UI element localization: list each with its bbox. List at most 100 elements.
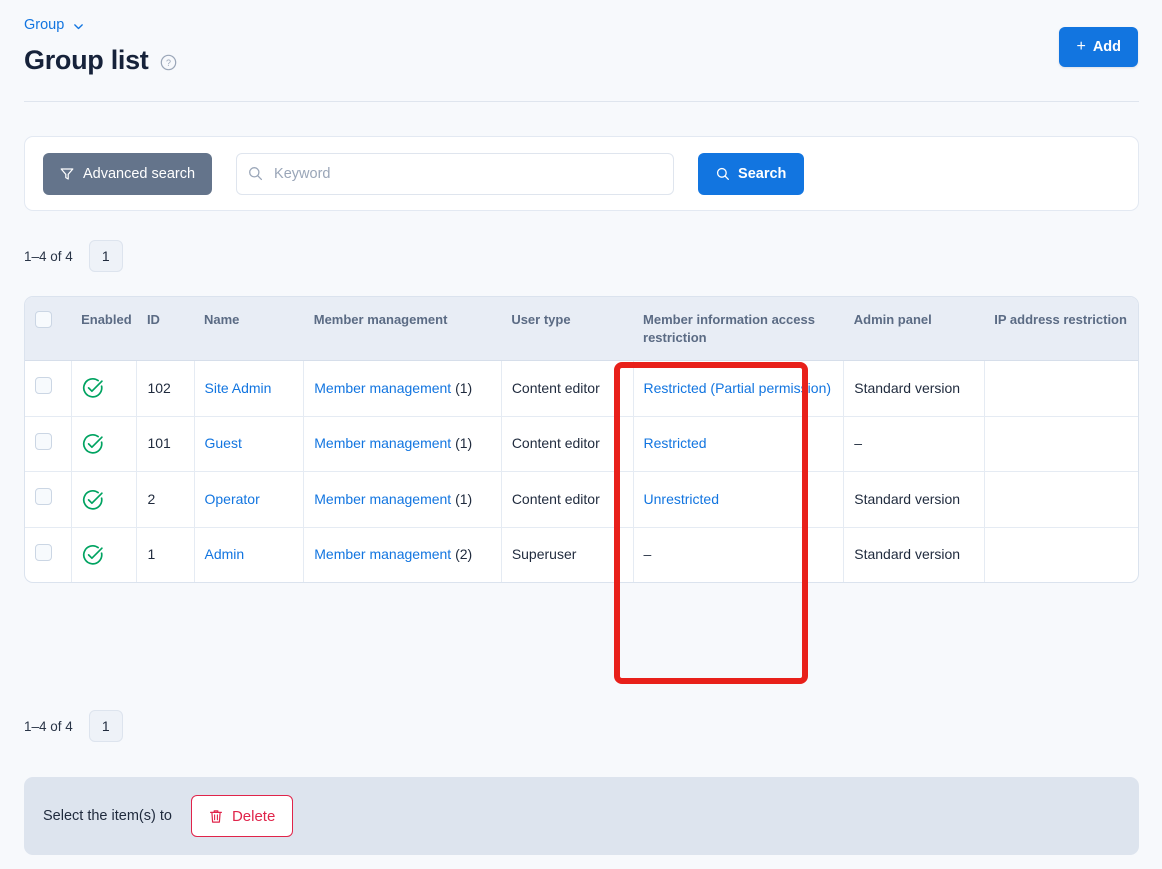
column-member-management: Member management	[303, 297, 502, 362]
search-button[interactable]: Search	[698, 152, 805, 195]
page-title-row: Group list ?	[24, 47, 177, 74]
member-management-count: (1)	[455, 379, 473, 396]
column-id: ID	[136, 297, 194, 362]
user-type-cell: Content editor	[501, 416, 634, 473]
user-type-cell: Content editor	[501, 471, 634, 528]
member-info-access-value[interactable]: Unrestricted	[644, 491, 719, 507]
row-select-cell	[25, 416, 72, 473]
row-checkbox[interactable]	[35, 488, 52, 506]
page-button-1[interactable]: 1	[88, 240, 123, 272]
row-checkbox[interactable]	[35, 543, 52, 561]
id-cell: 101	[136, 416, 195, 473]
trash-icon	[209, 809, 223, 824]
chevron-down-icon[interactable]	[73, 21, 84, 32]
ip-restriction-cell	[984, 527, 1138, 582]
pagination-top: 1–4 of 4 1	[24, 240, 123, 272]
user-type-cell: Superuser	[501, 527, 634, 583]
help-circle-icon[interactable]: ?	[160, 54, 177, 71]
table-row: 101 Guest Member management (1) Content edi…	[25, 416, 1138, 473]
ip-restriction-cell	[984, 360, 1138, 417]
check-circle-icon	[82, 433, 127, 455]
table-header-row: Enabled ID Name Member management User t…	[25, 297, 1138, 362]
name-cell: Admin	[194, 527, 305, 583]
member-management-count: (2)	[455, 546, 473, 563]
member-management-link[interactable]: Member management	[314, 491, 451, 507]
member-info-access-value: –	[643, 546, 652, 563]
header-divider	[24, 101, 1139, 102]
column-select-all	[25, 297, 72, 362]
add-button[interactable]: + Add	[1059, 27, 1138, 67]
member-management-link[interactable]: Member management	[314, 435, 451, 451]
row-select-cell	[25, 360, 72, 417]
bulk-action-bar: Select the item(s) to Delete	[24, 777, 1139, 855]
advanced-search-button[interactable]: Advanced search	[43, 152, 213, 195]
name-cell: Operator	[194, 471, 305, 528]
member-management-count: (1)	[455, 490, 473, 507]
member-info-access-value[interactable]: Restricted (Partial permission)	[644, 380, 832, 396]
group-name-link[interactable]: Site Admin	[205, 380, 272, 396]
plus-icon: +	[1076, 38, 1086, 55]
name-cell: Site Admin	[194, 360, 305, 417]
member-management-count: (1)	[455, 435, 473, 452]
member-management-cell: Member management (1)	[303, 360, 502, 417]
search-button-label: Search	[738, 165, 787, 182]
member-management-cell: Member management (1)	[303, 471, 502, 528]
table-row: 102 Site Admin Member management (1) Conten…	[25, 360, 1138, 417]
select-all-checkbox[interactable]	[35, 311, 52, 328]
ip-restriction-cell	[984, 416, 1138, 473]
advanced-search-label: Advanced search	[83, 165, 196, 182]
admin-panel-cell: Standard version	[843, 360, 985, 417]
group-name-link[interactable]: Guest	[205, 435, 242, 451]
keyword-field-wrapper	[236, 152, 675, 195]
pagination-range: 1–4 of 4	[24, 248, 73, 264]
admin-panel-cell: Standard version	[843, 527, 985, 583]
member-management-link[interactable]: Member management	[314, 380, 451, 396]
svg-text:?: ?	[166, 58, 171, 68]
enabled-cell	[71, 527, 138, 583]
member-info-access-cell: Unrestricted	[633, 471, 845, 528]
member-info-access-value[interactable]: Restricted	[644, 435, 707, 451]
member-info-access-cell: Restricted	[633, 416, 845, 473]
member-management-link[interactable]: Member management	[314, 546, 451, 562]
check-circle-icon	[82, 489, 127, 511]
check-circle-icon	[82, 544, 127, 566]
group-name-link[interactable]: Operator	[205, 491, 260, 507]
enabled-cell	[71, 471, 138, 528]
group-list-page: Group Group list ? + Add Advanced search	[0, 0, 1162, 869]
check-circle-icon	[82, 377, 127, 399]
row-select-cell	[25, 471, 72, 528]
table-row: 2 Operator Member management (1) Content ed…	[25, 471, 1138, 528]
search-icon	[716, 167, 730, 181]
delete-button-label: Delete	[231, 807, 276, 825]
search-panel: Advanced search Search	[24, 136, 1139, 211]
group-name-link[interactable]: Admin	[205, 546, 245, 562]
row-select-cell	[25, 527, 72, 583]
row-checkbox[interactable]	[35, 377, 52, 395]
group-table: Enabled ID Name Member management User t…	[24, 296, 1139, 584]
enabled-cell	[71, 360, 138, 417]
pagination-bottom: 1–4 of 4 1	[24, 710, 123, 742]
member-management-cell: Member management (2)	[303, 527, 502, 583]
page-title: Group list	[24, 45, 149, 75]
id-cell: 102	[136, 360, 195, 417]
id-cell: 1	[136, 527, 195, 583]
page-button-1[interactable]: 1	[88, 710, 123, 742]
user-type-cell: Content editor	[501, 360, 634, 417]
admin-panel-cell: Standard version	[843, 471, 985, 528]
search-input[interactable]	[236, 152, 675, 195]
row-checkbox[interactable]	[35, 432, 52, 450]
column-member-info-access-restriction: Member information access restriction	[633, 297, 844, 362]
member-management-cell: Member management (1)	[303, 416, 502, 473]
filter-funnel-icon	[60, 167, 74, 181]
column-admin-panel: Admin panel	[843, 297, 985, 362]
breadcrumb-item-group[interactable]: Group	[24, 17, 64, 33]
breadcrumb[interactable]: Group	[24, 17, 84, 33]
name-cell: Guest	[194, 416, 305, 473]
id-cell: 2	[136, 471, 195, 528]
delete-button[interactable]: Delete	[190, 795, 294, 837]
ip-restriction-cell	[984, 471, 1138, 528]
column-ip-address-restriction: IP address restriction	[984, 297, 1138, 362]
admin-panel-cell: –	[843, 416, 985, 473]
column-name: Name	[194, 297, 304, 362]
pagination-range: 1–4 of 4	[24, 718, 73, 734]
